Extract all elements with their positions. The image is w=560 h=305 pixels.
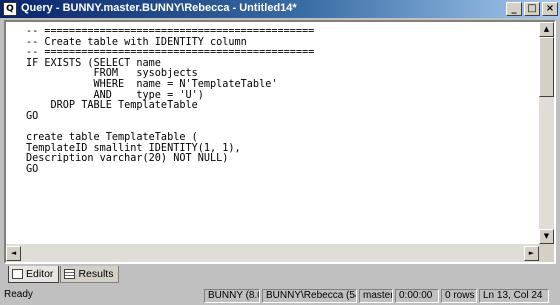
- scrollbar-corner: [539, 244, 554, 262]
- editor-tab-icon: [12, 269, 23, 279]
- results-grid-icon: [64, 269, 76, 279]
- tab-results-label: Results: [78, 268, 114, 280]
- status-server: BUNNY (8.0): [204, 289, 260, 303]
- code-line: -- =====================================…: [26, 26, 315, 37]
- tab-editor[interactable]: Editor: [8, 266, 60, 283]
- pane-tabs: Editor Results: [8, 266, 120, 283]
- status-bar: Ready BUNNY (8.0) BUNNY\Rebecca (54) mas…: [0, 287, 560, 305]
- status-elapsed: 0:00:00: [395, 289, 439, 303]
- title-bar[interactable]: Q Query - BUNNY.master.BUNNY\Rebecca - U…: [0, 0, 560, 18]
- code-line: GO: [26, 163, 39, 175]
- code-line: create table TemplateTable (: [26, 131, 198, 143]
- code-line: DROP TABLE TemplateTable: [26, 100, 198, 112]
- status-database: master: [359, 289, 393, 303]
- code-line: Description varchar(20) NOT NULL): [26, 153, 229, 165]
- scroll-down-button[interactable]: ▼: [539, 229, 554, 244]
- status-user: BUNNY\Rebecca (54): [262, 289, 357, 303]
- scroll-right-button[interactable]: ►: [524, 246, 539, 261]
- sql-code[interactable]: -- =====================================…: [26, 26, 315, 175]
- window-controls: _ □ ×: [506, 2, 558, 16]
- status-rows: 0 rows: [441, 289, 477, 303]
- query-document-icon[interactable]: Q: [3, 2, 17, 16]
- maximize-button[interactable]: □: [524, 2, 540, 16]
- scroll-up-button[interactable]: ▲: [539, 22, 554, 37]
- vertical-scroll-thumb[interactable]: [539, 37, 554, 97]
- sql-editor[interactable]: -- =====================================…: [6, 22, 539, 244]
- horizontal-scrollbar[interactable]: ◄ ►: [6, 244, 539, 262]
- close-button[interactable]: ×: [542, 2, 558, 16]
- minimize-button[interactable]: _: [506, 2, 522, 16]
- editor-frame: -- =====================================…: [4, 20, 556, 264]
- scroll-left-button[interactable]: ◄: [6, 246, 21, 261]
- window-title: Query - BUNNY.master.BUNNY\Rebecca - Unt…: [21, 2, 297, 14]
- status-ready: Ready: [4, 289, 33, 300]
- code-line: GO: [26, 110, 39, 122]
- tab-results[interactable]: Results: [60, 266, 120, 283]
- status-cursor-position: Ln 13, Col 24: [479, 289, 549, 303]
- code-line: WHERE name = N'TemplateTable': [26, 78, 278, 90]
- vertical-scrollbar[interactable]: ▲ ▼: [539, 22, 554, 244]
- tab-editor-label: Editor: [26, 268, 54, 280]
